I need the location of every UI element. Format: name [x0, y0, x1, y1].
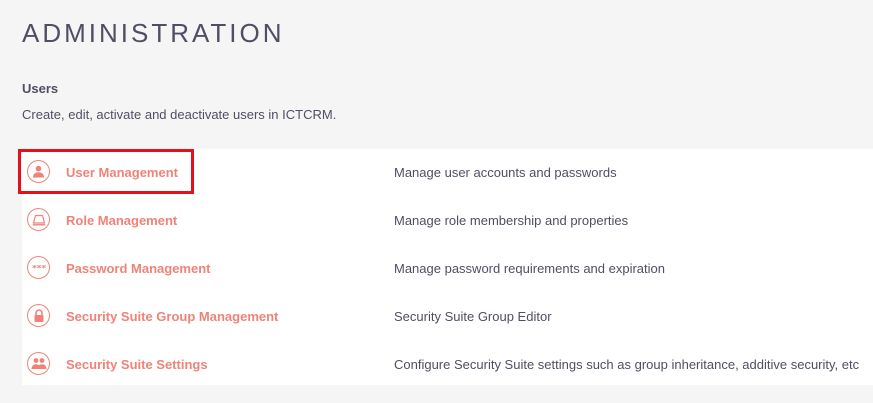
security-suite-group-management-link[interactable]: Security Suite Group Management	[66, 309, 278, 324]
group-icon[interactable]	[27, 352, 50, 375]
svg-text:***: ***	[32, 265, 46, 271]
user-management-link[interactable]: User Management	[66, 165, 178, 180]
section-title: Users	[22, 81, 59, 96]
security-suite-group-management-description: Security Suite Group Editor	[394, 309, 552, 324]
admin-row-password-management: *** Password Management Manage password …	[22, 245, 873, 293]
section-description: Create, edit, activate and deactivate us…	[22, 107, 337, 122]
admin-row-security-suite-settings: Security Suite Settings Configure Securi…	[22, 341, 873, 389]
password-management-link[interactable]: Password Management	[66, 261, 211, 276]
role-icon[interactable]	[27, 208, 50, 231]
password-icon[interactable]: ***	[27, 256, 50, 279]
admin-row-user-management: User Management Manage user accounts and…	[22, 149, 873, 197]
page-title: ADMINISTRATION	[22, 18, 285, 48]
role-management-description: Manage role membership and properties	[394, 213, 629, 228]
user-management-description: Manage user accounts and passwords	[394, 165, 617, 180]
admin-row-role-management: Role Management Manage role membership a…	[22, 197, 873, 245]
security-suite-settings-link[interactable]: Security Suite Settings	[66, 357, 208, 372]
admin-table: User Management Manage user accounts and…	[22, 149, 873, 385]
lock-icon[interactable]	[27, 304, 50, 327]
admin-row-security-suite-group-management: Security Suite Group Management Security…	[22, 293, 873, 341]
password-management-description: Manage password requirements and expirat…	[394, 261, 665, 276]
security-suite-settings-description: Configure Security Suite settings such a…	[394, 357, 860, 372]
user-icon[interactable]	[27, 160, 50, 183]
role-management-link[interactable]: Role Management	[66, 213, 177, 228]
